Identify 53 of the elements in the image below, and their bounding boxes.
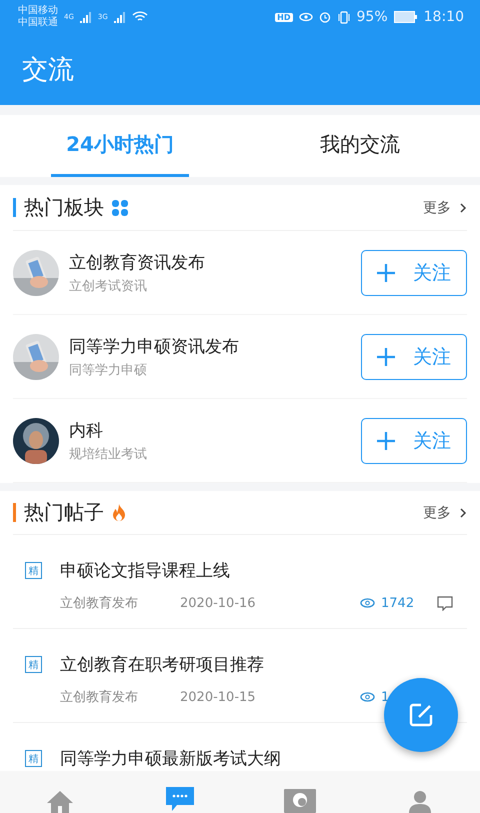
eye-icon bbox=[298, 12, 313, 22]
chevron-right-icon bbox=[459, 202, 467, 212]
board-subtitle: 立创考试资讯 bbox=[69, 278, 148, 294]
signal-icon bbox=[114, 11, 126, 23]
more-link[interactable]: 更多 bbox=[423, 504, 451, 522]
page-title: 交流 bbox=[21, 54, 75, 87]
view-count: 1742 bbox=[381, 596, 416, 610]
grid-icon bbox=[112, 200, 128, 216]
view-count: 1 bbox=[381, 690, 390, 704]
eye-icon bbox=[360, 692, 375, 702]
accent-bar bbox=[13, 503, 16, 522]
plus-icon bbox=[377, 348, 395, 366]
accent-bar bbox=[13, 198, 16, 217]
post-date: 2020-10-15 bbox=[180, 690, 257, 704]
board-subtitle: 同等学力申硕 bbox=[69, 362, 148, 378]
post-title[interactable]: 申硕论文指导课程上线 bbox=[60, 559, 467, 582]
board-name: 立创教育资讯发布 bbox=[69, 252, 206, 274]
section-title: 热门板块 bbox=[24, 194, 104, 221]
comment-icon[interactable] bbox=[437, 596, 453, 610]
carrier-name: 中国联通 bbox=[18, 17, 58, 29]
post-author: 立创教育发布 bbox=[60, 594, 138, 612]
chat-icon[interactable] bbox=[164, 785, 196, 813]
camera-icon[interactable] bbox=[284, 787, 316, 813]
featured-badge: 精 bbox=[25, 750, 42, 767]
wifi-icon bbox=[132, 11, 148, 23]
battery-icon bbox=[394, 11, 418, 23]
post-date: 2020-10-16 bbox=[180, 596, 257, 610]
board-name: 内科 bbox=[69, 420, 104, 442]
post-title[interactable]: 同等学力申硕最新版考试大纲 bbox=[60, 747, 467, 770]
board-name: 同等学力申硕资讯发布 bbox=[69, 336, 240, 358]
flame-icon bbox=[112, 504, 126, 521]
hd-badge: HD bbox=[275, 12, 293, 22]
plus-icon bbox=[377, 264, 395, 282]
eye-icon bbox=[360, 598, 375, 608]
tab[interactable]: 我的交流 bbox=[305, 115, 415, 177]
carrier-name: 中国移动 bbox=[18, 5, 58, 16]
alarm-icon bbox=[318, 11, 331, 23]
user-icon[interactable] bbox=[408, 789, 432, 813]
featured-badge: 精 bbox=[25, 562, 42, 579]
section-title: 热门帖子 bbox=[24, 499, 104, 526]
edit-icon bbox=[409, 703, 433, 727]
post-author: 立创教育发布 bbox=[60, 688, 138, 706]
vibrate-icon bbox=[336, 10, 351, 24]
chevron-right-icon bbox=[459, 508, 467, 518]
battery-percent: 95% bbox=[356, 9, 388, 25]
featured-badge: 精 bbox=[25, 656, 42, 673]
plus-icon bbox=[377, 432, 395, 450]
board-subtitle: 规培结业考试 bbox=[69, 446, 148, 462]
more-link[interactable]: 更多 bbox=[423, 198, 451, 216]
clock-time: 18:10 bbox=[424, 9, 464, 25]
home-icon[interactable] bbox=[46, 789, 74, 813]
post-title[interactable]: 立创教育在职考研项目推荐 bbox=[60, 653, 467, 676]
signal-icon bbox=[80, 11, 92, 23]
